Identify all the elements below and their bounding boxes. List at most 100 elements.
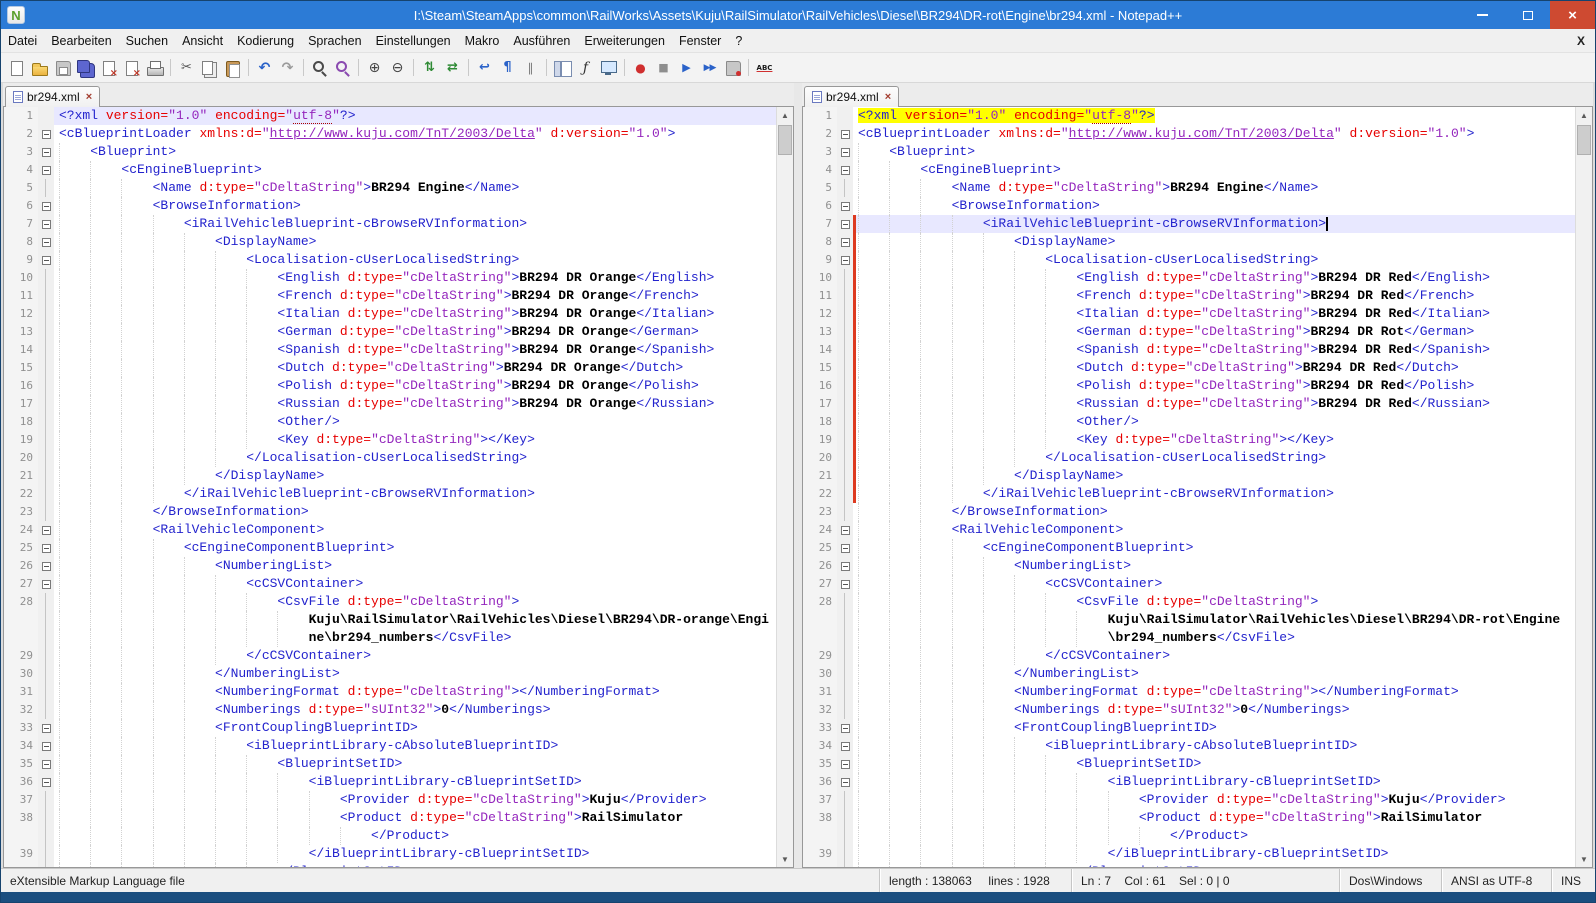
file-monitor-icon[interactable] (597, 57, 620, 79)
menu-item-erweiterungen[interactable]: Erweiterungen (577, 31, 672, 51)
copy-icon[interactable] (198, 57, 221, 79)
scroll-down-icon[interactable]: ▼ (1576, 851, 1592, 867)
fold-collapse-icon[interactable] (42, 256, 51, 265)
menu-item-kodierung[interactable]: Kodierung (230, 31, 301, 51)
code-editor-surface-right[interactable]: 1<?xml version="1.0" encoding="utf-8"?>2… (803, 107, 1575, 867)
fold-collapse-icon[interactable] (841, 526, 850, 535)
fold-collapse-icon[interactable] (841, 760, 850, 769)
vertical-scrollbar-right[interactable]: ▲ ▼ (1575, 107, 1592, 867)
fold-collapse-icon[interactable] (42, 148, 51, 157)
close-file-icon[interactable] (97, 57, 120, 79)
menu-item-sprachen[interactable]: Sprachen (301, 31, 369, 51)
fold-collapse-icon[interactable] (42, 166, 51, 175)
fold-collapse-icon[interactable] (42, 202, 51, 211)
menu-item-bearbeiten[interactable]: Bearbeiten (44, 31, 118, 51)
scroll-down-icon[interactable]: ▼ (777, 851, 793, 867)
cut-icon[interactable]: ✂ (175, 57, 198, 79)
indent-guide-icon[interactable]: ∥ (519, 57, 542, 79)
close-all-icon[interactable] (120, 57, 143, 79)
new-file-icon[interactable] (5, 57, 28, 79)
fold-collapse-icon[interactable] (841, 130, 850, 139)
zoom-in-icon[interactable]: ⊕ (363, 57, 386, 79)
scrollbar-track[interactable] (777, 123, 793, 851)
fold-collapse-icon[interactable] (42, 544, 51, 553)
maximize-button[interactable] (1505, 1, 1550, 29)
scroll-up-icon[interactable]: ▲ (777, 107, 793, 123)
code-text: <English d:type="cDeltaString">BR294 DR … (54, 269, 776, 287)
code-editor-surface-left[interactable]: 1<?xml version="1.0" encoding="utf-8"?>2… (4, 107, 776, 867)
status-encoding[interactable]: ANSI as UTF-8 (1441, 869, 1551, 892)
menu-item-[interactable]: ? (728, 31, 749, 51)
fold-collapse-icon[interactable] (841, 724, 850, 733)
menu-item-suchen[interactable]: Suchen (119, 31, 175, 51)
menu-item-fenster[interactable]: Fenster (672, 31, 728, 51)
stop-macro-icon[interactable]: ■ (652, 57, 675, 79)
fold-collapse-icon[interactable] (841, 742, 850, 751)
scrollbar-track[interactable] (1576, 123, 1592, 851)
fold-collapse-icon[interactable] (841, 544, 850, 553)
scrollbar-thumb[interactable] (1577, 125, 1591, 155)
sync-vertical-scroll-icon[interactable]: ⇅ (418, 57, 441, 79)
vertical-scrollbar-left[interactable]: ▲ ▼ (776, 107, 793, 867)
document-map-icon[interactable] (551, 57, 574, 79)
menu-close-button[interactable]: X (1567, 34, 1595, 48)
scroll-up-icon[interactable]: ▲ (1576, 107, 1592, 123)
word-wrap-icon[interactable]: ↩ (473, 57, 496, 79)
run-macro-multiple-icon[interactable]: ▶▶ (698, 57, 721, 79)
code-line-38: 38 <Product d:type="cDeltaString">RailSi… (4, 809, 776, 827)
fold-collapse-icon[interactable] (42, 760, 51, 769)
play-macro-icon[interactable]: ▶ (675, 57, 698, 79)
menu-item-einstellungen[interactable]: Einstellungen (369, 31, 458, 51)
tab-br294-xml-left[interactable]: br294.xml × (5, 86, 100, 107)
open-file-icon[interactable] (28, 57, 51, 79)
fold-collapse-icon[interactable] (42, 526, 51, 535)
menu-item-datei[interactable]: Datei (1, 31, 44, 51)
fold-collapse-icon[interactable] (841, 778, 850, 787)
save-all-icon[interactable] (74, 57, 97, 79)
fold-collapse-icon[interactable] (42, 220, 51, 229)
sync-horizontal-scroll-icon[interactable]: ⇄ (441, 57, 464, 79)
menu-item-ansicht[interactable]: Ansicht (175, 31, 230, 51)
tab-close-icon[interactable]: × (86, 91, 92, 103)
find-icon[interactable] (308, 57, 331, 79)
status-insert-mode[interactable]: INS (1551, 869, 1595, 892)
fold-collapse-icon[interactable] (841, 220, 850, 229)
fold-collapse-icon[interactable] (42, 238, 51, 247)
show-all-characters-icon[interactable]: ¶ (496, 57, 519, 79)
fold-collapse-icon[interactable] (42, 742, 51, 751)
fold-collapse-icon[interactable] (841, 166, 850, 175)
fold-collapse-icon[interactable] (42, 778, 51, 787)
fold-collapse-icon[interactable] (42, 562, 51, 571)
zoom-out-icon[interactable]: ⊖ (386, 57, 409, 79)
record-macro-icon[interactable]: ● (629, 57, 652, 79)
print-icon[interactable] (143, 57, 166, 79)
save-file-icon[interactable] (51, 57, 74, 79)
fold-collapse-icon[interactable] (42, 130, 51, 139)
fold-collapse-icon[interactable] (841, 256, 850, 265)
scrollbar-thumb[interactable] (778, 125, 792, 155)
redo-icon[interactable]: ↷ (276, 57, 299, 79)
paste-icon[interactable] (221, 57, 244, 79)
pane-splitter[interactable] (794, 83, 802, 868)
save-macro-icon[interactable] (721, 57, 744, 79)
menu-item-makro[interactable]: Makro (458, 31, 507, 51)
fold-collapse-icon[interactable] (841, 580, 850, 589)
fold-collapse-icon[interactable] (841, 202, 850, 211)
minimize-button[interactable] (1460, 1, 1505, 29)
fold-collapse-icon[interactable] (42, 724, 51, 733)
close-button[interactable]: × (1550, 1, 1595, 29)
spell-check-icon[interactable]: ABC (753, 57, 776, 79)
fold-collapse-icon[interactable] (841, 238, 850, 247)
code-text: </BrowseInformation> (853, 503, 1575, 521)
menu-item-ausfhren[interactable]: Ausführen (506, 31, 577, 51)
function-list-icon[interactable]: ƒ (574, 57, 597, 79)
replace-icon[interactable] (331, 57, 354, 79)
fold-collapse-icon[interactable] (841, 148, 850, 157)
tab-br294-xml-right[interactable]: br294.xml × (804, 86, 899, 107)
fold-margin (38, 377, 54, 395)
undo-icon[interactable]: ↶ (253, 57, 276, 79)
status-eol-format[interactable]: Dos\Windows (1339, 869, 1441, 892)
tab-close-icon[interactable]: × (885, 91, 891, 103)
fold-collapse-icon[interactable] (42, 580, 51, 589)
fold-collapse-icon[interactable] (841, 562, 850, 571)
